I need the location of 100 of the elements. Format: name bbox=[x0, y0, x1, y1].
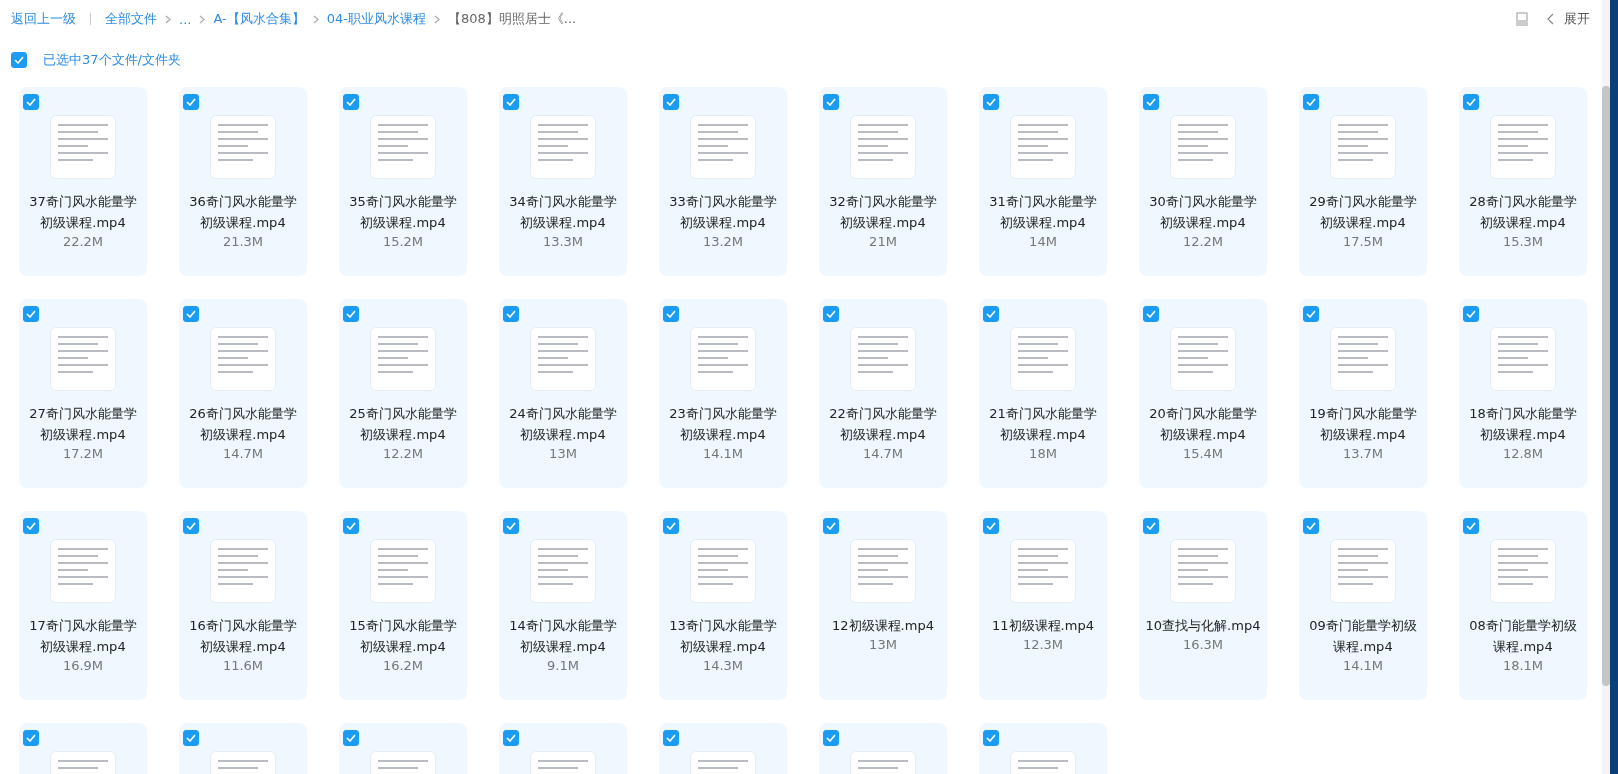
file-card[interactable]: 24奇门风水能量学初级课程.mp4 13M bbox=[499, 299, 627, 488]
file-checkbox[interactable] bbox=[183, 306, 199, 322]
file-checkbox[interactable] bbox=[23, 306, 39, 322]
file-card[interactable]: 27奇门风水能量学初级课程.mp4 17.2M bbox=[19, 299, 147, 488]
video-thumbnail bbox=[1170, 115, 1236, 179]
file-checkbox[interactable] bbox=[1463, 518, 1479, 534]
file-name: 20奇门风水能量学初级课程.mp4 bbox=[1148, 405, 1258, 444]
file-card[interactable]: 33奇门风水能量学初级课程.mp4 13.2M bbox=[659, 87, 787, 276]
scrollbar[interactable] bbox=[1602, 0, 1610, 774]
breadcrumb-link[interactable]: 【808】明照居士《... bbox=[447, 10, 577, 28]
file-checkbox[interactable] bbox=[1463, 94, 1479, 110]
file-checkbox[interactable] bbox=[343, 94, 359, 110]
file-card[interactable]: 12初级课程.mp4 13M bbox=[819, 511, 947, 700]
file-checkbox[interactable] bbox=[1303, 94, 1319, 110]
file-checkbox[interactable] bbox=[343, 306, 359, 322]
file-card[interactable]: 15奇门风水能量学初级课程.mp4 16.2M bbox=[339, 511, 467, 700]
video-thumbnail bbox=[1330, 115, 1396, 179]
file-card[interactable]: 18奇门风水能量学初级课程.mp4 12.8M bbox=[1459, 299, 1587, 488]
file-card[interactable]: 31奇门风水能量学初级课程.mp4 14M bbox=[979, 87, 1107, 276]
breadcrumb-link[interactable]: 04-职业风水课程 bbox=[326, 10, 426, 28]
file-checkbox[interactable] bbox=[183, 94, 199, 110]
checkmark-icon bbox=[1306, 98, 1316, 106]
checkmark-icon bbox=[186, 310, 196, 318]
file-checkbox[interactable] bbox=[663, 94, 679, 110]
file-card[interactable]: 11初级课程.mp4 12.3M bbox=[979, 511, 1107, 700]
breadcrumb-link[interactable]: 全部文件 bbox=[105, 10, 157, 28]
file-card[interactable]: 25奇门风水能量学初级课程.mp4 12.2M bbox=[339, 299, 467, 488]
file-checkbox[interactable] bbox=[663, 518, 679, 534]
file-name: 33奇门风水能量学初级课程.mp4 bbox=[668, 193, 778, 232]
file-name: 37奇门风水能量学初级课程.mp4 bbox=[28, 193, 138, 232]
checkmark-icon bbox=[826, 310, 836, 318]
file-card[interactable]: 10查找与化解.mp4 16.3M bbox=[1139, 511, 1267, 700]
file-card[interactable]: 20奇门风水能量学初级课程.mp4 15.4M bbox=[1139, 299, 1267, 488]
file-card[interactable]: 28奇门风水能量学初级课程.mp4 15.3M bbox=[1459, 87, 1587, 276]
file-checkbox[interactable] bbox=[1143, 306, 1159, 322]
file-checkbox[interactable] bbox=[1463, 306, 1479, 322]
checkmark-icon bbox=[506, 98, 516, 106]
file-checkbox[interactable] bbox=[823, 306, 839, 322]
select-all-checkbox[interactable] bbox=[11, 52, 27, 68]
file-card[interactable]: 36奇门风水能量学初级课程.mp4 21.3M bbox=[179, 87, 307, 276]
file-card[interactable]: 14奇门风水能量学初级课程.mp4 9.1M bbox=[499, 511, 627, 700]
file-name: 25奇门风水能量学初级课程.mp4 bbox=[348, 405, 458, 444]
file-checkbox[interactable] bbox=[343, 730, 359, 746]
file-card[interactable]: 32奇门风水能量学初级课程.mp4 21M bbox=[819, 87, 947, 276]
file-card[interactable]: 16奇门风水能量学初级课程.mp4 11.6M bbox=[179, 511, 307, 700]
file-checkbox[interactable] bbox=[23, 518, 39, 534]
file-name: 11初级课程.mp4 bbox=[991, 617, 1095, 635]
expand-button[interactable]: 展开 bbox=[1547, 10, 1590, 28]
file-checkbox[interactable] bbox=[823, 518, 839, 534]
file-checkbox[interactable] bbox=[503, 518, 519, 534]
file-checkbox[interactable] bbox=[983, 730, 999, 746]
file-checkbox[interactable] bbox=[183, 730, 199, 746]
file-card[interactable]: 37奇门风水能量学初级课程.mp4 22.2M bbox=[19, 87, 147, 276]
file-card[interactable]: 08奇门能量学初级课程.mp4 18.1M bbox=[1459, 511, 1587, 700]
file-card[interactable]: 21奇门风水能量学初级课程.mp4 18M bbox=[979, 299, 1107, 488]
breadcrumb-link[interactable]: A-【风水合集】 bbox=[213, 10, 305, 28]
video-thumbnail bbox=[1330, 539, 1396, 603]
file-checkbox[interactable] bbox=[503, 730, 519, 746]
file-checkbox[interactable] bbox=[983, 306, 999, 322]
file-checkbox[interactable] bbox=[503, 94, 519, 110]
video-thumbnail bbox=[1170, 327, 1236, 391]
file-checkbox[interactable] bbox=[1303, 306, 1319, 322]
breadcrumb-link[interactable]: ... bbox=[179, 11, 192, 27]
file-checkbox[interactable] bbox=[343, 518, 359, 534]
file-card[interactable]: 19奇门风水能量学初级课程.mp4 13.7M bbox=[1299, 299, 1427, 488]
file-card[interactable]: 13奇门风水能量学初级课程.mp4 14.3M bbox=[659, 511, 787, 700]
file-checkbox[interactable] bbox=[663, 306, 679, 322]
panel-icon[interactable] bbox=[1515, 12, 1529, 26]
file-card[interactable]: 22奇门风水能量学初级课程.mp4 14.7M bbox=[819, 299, 947, 488]
file-size: 14.3M bbox=[702, 658, 744, 673]
file-checkbox[interactable] bbox=[503, 306, 519, 322]
checkmark-icon bbox=[1466, 522, 1476, 530]
video-thumbnail bbox=[690, 539, 756, 603]
file-checkbox[interactable] bbox=[183, 518, 199, 534]
video-thumbnail bbox=[210, 115, 276, 179]
file-card[interactable]: 35奇门风水能量学初级课程.mp4 15.2M bbox=[339, 87, 467, 276]
checkmark-icon bbox=[346, 310, 356, 318]
video-thumbnail bbox=[850, 327, 916, 391]
file-card[interactable]: 34奇门风水能量学初级课程.mp4 13.3M bbox=[499, 87, 627, 276]
file-checkbox[interactable] bbox=[983, 94, 999, 110]
file-checkbox[interactable] bbox=[1143, 94, 1159, 110]
file-name: 13奇门风水能量学初级课程.mp4 bbox=[668, 617, 778, 656]
file-card[interactable]: 26奇门风水能量学初级课程.mp4 14.7M bbox=[179, 299, 307, 488]
file-checkbox[interactable] bbox=[823, 730, 839, 746]
file-card[interactable]: 29奇门风水能量学初级课程.mp4 17.5M bbox=[1299, 87, 1427, 276]
file-card[interactable]: 09奇门能量学初级课程.mp4 14.1M bbox=[1299, 511, 1427, 700]
file-size: 13.3M bbox=[542, 234, 584, 249]
file-checkbox[interactable] bbox=[823, 94, 839, 110]
file-checkbox[interactable] bbox=[23, 94, 39, 110]
file-checkbox[interactable] bbox=[663, 730, 679, 746]
file-checkbox[interactable] bbox=[983, 518, 999, 534]
back-link[interactable]: 返回上一级 bbox=[11, 10, 76, 28]
checkmark-icon bbox=[1146, 310, 1156, 318]
file-checkbox[interactable] bbox=[1143, 518, 1159, 534]
file-name: 31奇门风水能量学初级课程.mp4 bbox=[988, 193, 1098, 232]
file-checkbox[interactable] bbox=[23, 730, 39, 746]
file-checkbox[interactable] bbox=[1303, 518, 1319, 534]
file-card[interactable]: 17奇门风水能量学初级课程.mp4 16.9M bbox=[19, 511, 147, 700]
file-card[interactable]: 23奇门风水能量学初级课程.mp4 14.1M bbox=[659, 299, 787, 488]
file-card[interactable]: 30奇门风水能量学初级课程.mp4 12.2M bbox=[1139, 87, 1267, 276]
